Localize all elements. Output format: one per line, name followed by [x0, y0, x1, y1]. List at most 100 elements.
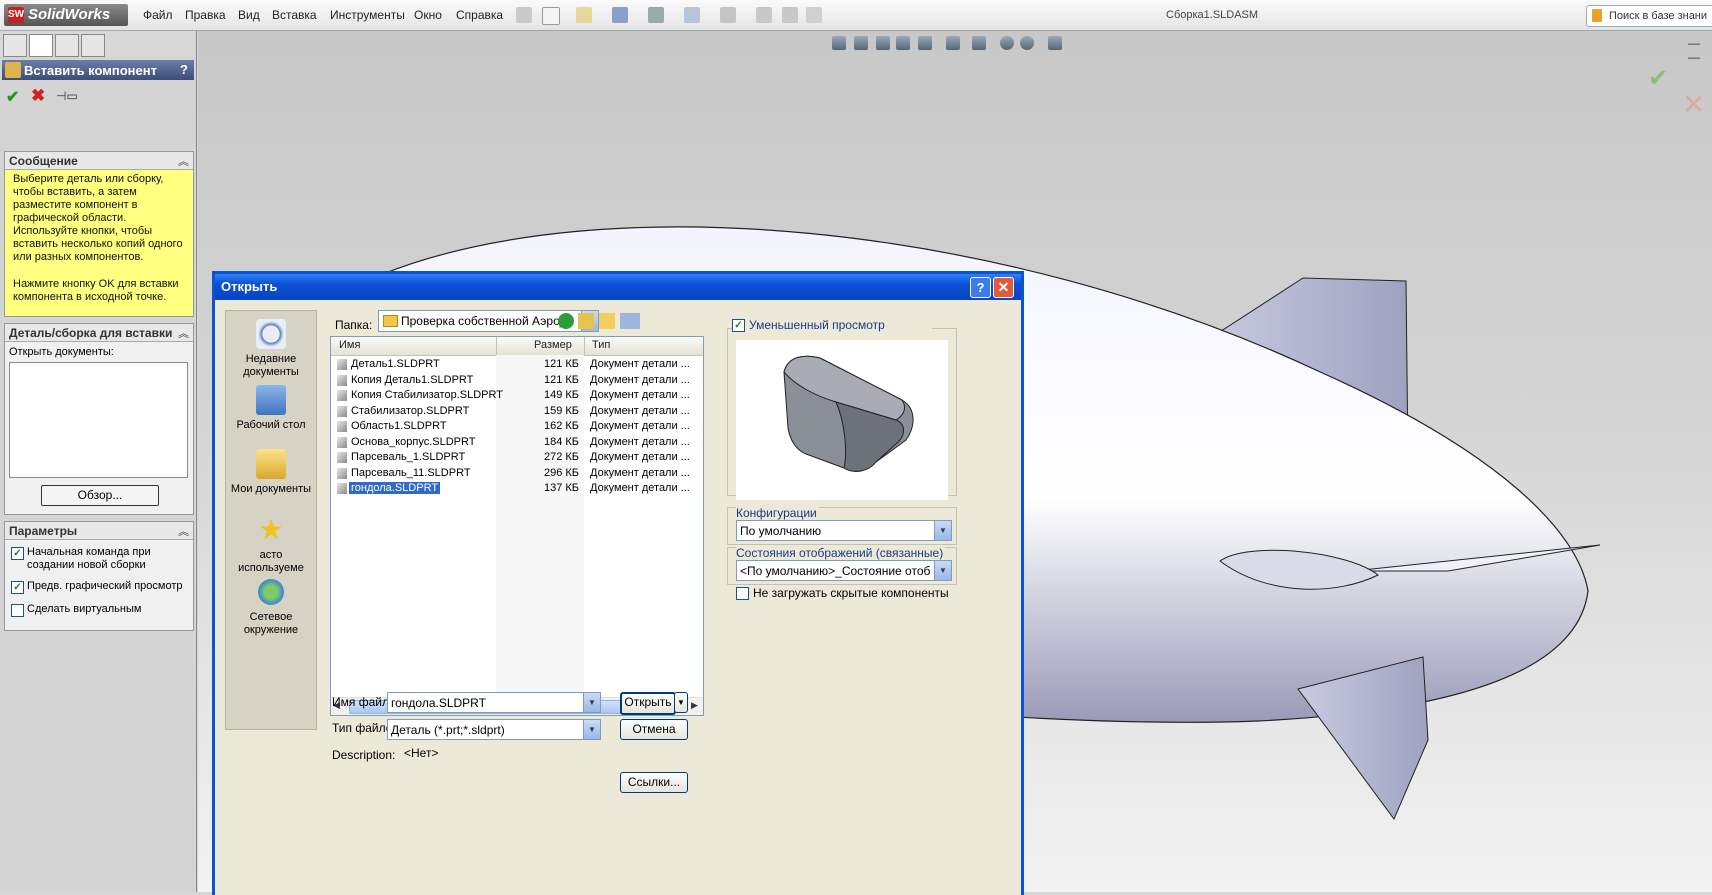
- dialog-close-button[interactable]: ✕: [993, 277, 1014, 298]
- chevron-down-icon[interactable]: ▼: [583, 693, 600, 712]
- view-menu-icon[interactable]: [620, 313, 640, 329]
- part-group-header[interactable]: Деталь/сборка для вставки ︽: [5, 324, 193, 342]
- keep-visible-pin-icon[interactable]: ⊣▭: [56, 89, 78, 103]
- menu-edit[interactable]: Правка: [185, 8, 226, 22]
- place-recent-documents[interactable]: Недавние документы: [226, 319, 316, 379]
- new-document-icon[interactable]: [542, 7, 560, 25]
- file-row[interactable]: Копия Стабилизатор.SLDPRT 149 КБ Документ …: [331, 388, 703, 403]
- appearance-tab-icon[interactable]: [81, 34, 105, 57]
- collapse-icon[interactable]: ︽: [178, 153, 189, 169]
- dialog-title-bar[interactable]: Открыть ? ✕: [215, 274, 1021, 300]
- column-name[interactable]: Имя: [339, 339, 360, 351]
- start-command-option[interactable]: ✓ Начальная команда при создании новой с…: [11, 546, 191, 574]
- menu-help[interactable]: Справка: [456, 8, 503, 22]
- rebuild-icon[interactable]: [756, 7, 772, 23]
- configuration-dropdown[interactable]: По умолчанию ▼: [736, 520, 952, 541]
- new-folder-icon[interactable]: [599, 313, 615, 329]
- make-virtual-checkbox[interactable]: [11, 604, 24, 617]
- menu-insert[interactable]: Вставка: [272, 8, 317, 22]
- column-divider[interactable]: [584, 337, 585, 355]
- solidworks-logo[interactable]: SW SolidWorks: [4, 4, 128, 26]
- configuration-manager-tab-icon[interactable]: [55, 34, 79, 57]
- help-button[interactable]: ?: [180, 62, 188, 77]
- graphics-preview-checkbox[interactable]: ✓: [11, 581, 24, 594]
- chevron-down-icon[interactable]: ▼: [934, 521, 951, 540]
- place-my-documents[interactable]: Мои документы: [226, 449, 316, 496]
- confirm-corner-cancel-icon[interactable]: ✕: [1682, 88, 1705, 121]
- cancel-button[interactable]: ✖: [31, 86, 45, 106]
- file-type-dropdown[interactable]: Деталь (*.prt;*.sldprt) ▼: [387, 719, 601, 740]
- place-network[interactable]: Сетевое окружение: [226, 577, 316, 637]
- column-divider[interactable]: [496, 337, 497, 355]
- menu-view[interactable]: Вид: [238, 8, 260, 22]
- zoom-area-icon[interactable]: [854, 36, 868, 50]
- column-type[interactable]: Тип: [592, 339, 610, 351]
- collapse-icon[interactable]: ︽: [178, 523, 189, 539]
- menu-tools[interactable]: Инструменты: [330, 8, 405, 22]
- section-view-icon[interactable]: [896, 36, 910, 50]
- file-row[interactable]: Область1.SLDPRT 162 КБ Документ детали ...: [331, 419, 703, 434]
- place-desktop[interactable]: Рабочий стол: [226, 385, 316, 432]
- hidden-components-option[interactable]: Не загружать скрытые компоненты: [736, 586, 949, 600]
- message-group-header[interactable]: Сообщение ︽: [5, 152, 193, 170]
- file-row[interactable]: Копия Деталь1.SLDPRT 121 КБ Документ детал…: [331, 373, 703, 388]
- view-orientation-icon[interactable]: [918, 36, 932, 50]
- thumbnail-checkbox[interactable]: ✓: [732, 319, 745, 332]
- file-row[interactable]: Деталь1.SLDPRT 121 КБ Документ детали ...: [331, 357, 703, 372]
- browse-button[interactable]: Обзор...: [41, 485, 159, 506]
- pin-menu-icon[interactable]: [516, 7, 532, 23]
- file-row[interactable]: гондола.SLDPRT 137 КБ Документ детали ...: [331, 481, 703, 496]
- hide-show-items-icon[interactable]: [972, 36, 986, 50]
- graphics-preview-option[interactable]: ✓ Предв. графический просмотр: [11, 580, 191, 594]
- cancel-dialog-button[interactable]: Отмена: [620, 719, 688, 740]
- file-row[interactable]: Парсеваль_1.SLDPRT 272 КБ Документ детали …: [331, 450, 703, 465]
- previous-view-icon[interactable]: [876, 36, 890, 50]
- open-document-icon[interactable]: [576, 7, 592, 23]
- open-options-arrow[interactable]: ▼: [674, 692, 688, 713]
- options-icon[interactable]: [782, 7, 798, 23]
- feature-manager-tab-icon[interactable]: [3, 34, 27, 57]
- back-icon[interactable]: [558, 313, 574, 329]
- thumbnail-option[interactable]: ✓ Уменьшенный просмотр: [732, 318, 932, 332]
- references-button[interactable]: Ссылки...: [620, 772, 688, 793]
- up-folder-icon[interactable]: [578, 313, 594, 329]
- file-row[interactable]: Основа_корпус.SLDPRT 184 КБ Документ детал…: [331, 435, 703, 450]
- hidden-components-checkbox[interactable]: [736, 587, 749, 600]
- start-command-checkbox[interactable]: ✓: [11, 547, 24, 560]
- property-manager-tab-icon[interactable]: [29, 34, 53, 57]
- menu-window[interactable]: Окно: [414, 8, 442, 22]
- display-style-icon[interactable]: [946, 36, 960, 50]
- minimize-icon[interactable]: — —: [1688, 36, 1712, 64]
- view-settings-icon[interactable]: [1048, 36, 1062, 50]
- column-size[interactable]: Размер: [534, 339, 572, 351]
- place-favorites[interactable]: ★ асто используеме: [226, 515, 316, 575]
- select-icon[interactable]: [720, 7, 736, 23]
- dialog-help-button[interactable]: ?: [970, 277, 991, 298]
- place-label: Сетевое окружение: [243, 611, 299, 636]
- file-row[interactable]: Парсеваль_11.SLDPRT 296 КБ Документ детали…: [331, 466, 703, 481]
- chevron-down-icon[interactable]: ▼: [934, 561, 951, 580]
- edit-appearance-icon[interactable]: [1000, 36, 1014, 50]
- knowledge-base-search[interactable]: Поиск в базе знани: [1586, 5, 1712, 27]
- open-button[interactable]: Открыть: [620, 692, 676, 715]
- undo-icon[interactable]: [684, 7, 700, 23]
- file-row[interactable]: Стабилизатор.SLDPRT 159 КБ Документ детали…: [331, 404, 703, 419]
- chevron-down-icon[interactable]: ▼: [583, 720, 600, 739]
- options-group-header[interactable]: Параметры ︽: [5, 522, 193, 540]
- message-body: Выберите деталь или сборку, чтобы встави…: [5, 170, 193, 316]
- display-states-dropdown[interactable]: <По умолчанию>_Состояние отображения ▼: [736, 560, 952, 581]
- menu-file[interactable]: Файл: [143, 8, 173, 22]
- file-list[interactable]: Имя Размер Тип Деталь1.SLDPRT 121 КБ Докум…: [330, 336, 704, 716]
- scroll-right-icon[interactable]: ▶: [691, 700, 698, 711]
- make-virtual-option[interactable]: Сделать виртуальным: [11, 603, 191, 617]
- confirm-corner-ok-icon[interactable]: ✔: [1648, 64, 1668, 93]
- file-name-field[interactable]: гондола.SLDPRT ▼: [387, 692, 601, 713]
- zoom-to-fit-icon[interactable]: [832, 36, 846, 50]
- apply-scene-icon[interactable]: [1020, 36, 1034, 50]
- collapse-icon[interactable]: ︽: [178, 325, 189, 341]
- ok-button[interactable]: ✔: [6, 87, 19, 107]
- open-documents-list[interactable]: [9, 362, 188, 478]
- save-icon[interactable]: [612, 7, 628, 23]
- print-icon[interactable]: [648, 7, 664, 23]
- file-properties-icon[interactable]: [806, 7, 822, 23]
